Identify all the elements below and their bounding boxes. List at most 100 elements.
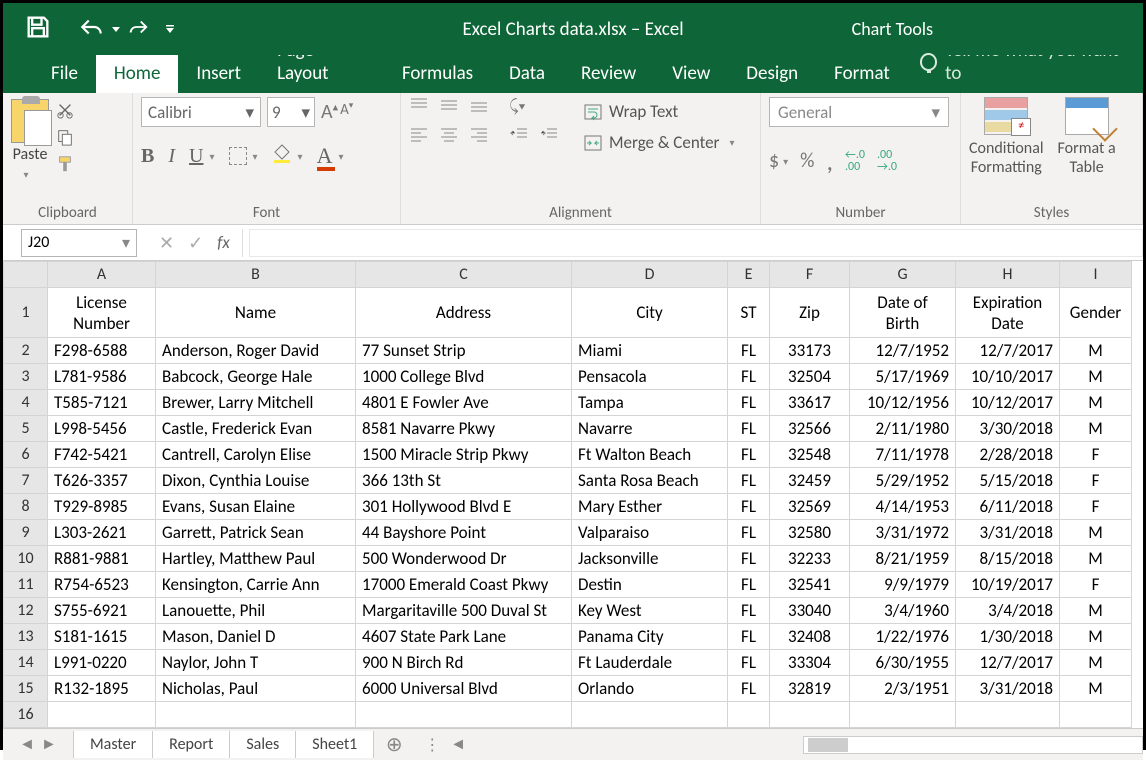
- cell[interactable]: FL: [728, 390, 770, 416]
- row-header[interactable]: 4: [4, 390, 48, 416]
- cell[interactable]: Tampa: [572, 390, 728, 416]
- sheet-tab-sheet1[interactable]: Sheet1: [296, 731, 374, 758]
- cell[interactable]: Panama City: [572, 624, 728, 650]
- cell[interactable]: [156, 702, 356, 728]
- cell[interactable]: FL: [728, 442, 770, 468]
- cell[interactable]: 6000 Universal Blvd: [356, 676, 572, 702]
- cell[interactable]: 3/31/2018: [956, 676, 1060, 702]
- row-header[interactable]: 3: [4, 364, 48, 390]
- sheet-nav-next-icon[interactable]: ►: [41, 735, 57, 754]
- cell[interactable]: City: [572, 288, 728, 338]
- decrease-font-icon[interactable]: A▾: [340, 100, 353, 124]
- cell[interactable]: F742-5421: [48, 442, 156, 468]
- column-header[interactable]: C: [356, 262, 572, 288]
- cell[interactable]: 33617: [770, 390, 850, 416]
- tab-review[interactable]: Review: [563, 54, 654, 93]
- cell[interactable]: Ft Lauderdale: [572, 650, 728, 676]
- enter-formula-icon[interactable]: ✓: [188, 232, 203, 254]
- cell[interactable]: 17000 Emerald Coast Pkwy: [356, 572, 572, 598]
- merge-center-button[interactable]: Merge & Center ▾: [583, 132, 735, 153]
- column-header[interactable]: G: [850, 262, 956, 288]
- cell[interactable]: M: [1060, 598, 1132, 624]
- chevron-down-icon[interactable]: ▾: [298, 150, 303, 163]
- cell[interactable]: FL: [728, 572, 770, 598]
- cell[interactable]: FL: [728, 494, 770, 520]
- cell[interactable]: R132-1895: [48, 676, 156, 702]
- row-header[interactable]: 9: [4, 520, 48, 546]
- cell[interactable]: 5/17/1969: [850, 364, 956, 390]
- cell[interactable]: M: [1060, 520, 1132, 546]
- column-header[interactable]: D: [572, 262, 728, 288]
- column-header[interactable]: F: [770, 262, 850, 288]
- cell[interactable]: Zip: [770, 288, 850, 338]
- tab-formulas[interactable]: Formulas: [384, 54, 491, 93]
- cell[interactable]: License Number: [48, 288, 156, 338]
- cell[interactable]: M: [1060, 364, 1132, 390]
- comma-button[interactable]: ,: [826, 145, 833, 177]
- cell[interactable]: M: [1060, 624, 1132, 650]
- cell[interactable]: Castle, Frederick Evan: [156, 416, 356, 442]
- cell[interactable]: Key West: [572, 598, 728, 624]
- chevron-down-icon[interactable]: ▾: [253, 150, 258, 163]
- cell[interactable]: [728, 702, 770, 728]
- column-header[interactable]: B: [156, 262, 356, 288]
- cell[interactable]: 4607 State Park Lane: [356, 624, 572, 650]
- cell[interactable]: 32504: [770, 364, 850, 390]
- cell[interactable]: M: [1060, 390, 1132, 416]
- font-size-select[interactable]: 9▾: [267, 97, 315, 127]
- decrease-decimal-icon[interactable]: .00→.0: [877, 149, 897, 173]
- cell[interactable]: 33173: [770, 338, 850, 364]
- cell[interactable]: Address: [356, 288, 572, 338]
- cell[interactable]: Hartley, Matthew Paul: [156, 546, 356, 572]
- row-header[interactable]: 10: [4, 546, 48, 572]
- cell[interactable]: FL: [728, 598, 770, 624]
- cell[interactable]: R754-6523: [48, 572, 156, 598]
- decrease-indent-icon[interactable]: [509, 126, 529, 147]
- cell[interactable]: 1500 Miracle Strip Pkwy: [356, 442, 572, 468]
- cell[interactable]: 5/29/1952: [850, 468, 956, 494]
- cell[interactable]: [1060, 702, 1132, 728]
- cell[interactable]: 9/9/1979: [850, 572, 956, 598]
- number-format-select[interactable]: General▾: [769, 97, 949, 127]
- cell[interactable]: F: [1060, 442, 1132, 468]
- italic-button[interactable]: I: [168, 145, 175, 168]
- bold-button[interactable]: B: [141, 145, 154, 168]
- cell[interactable]: 3/30/2018: [956, 416, 1060, 442]
- cell[interactable]: FL: [728, 468, 770, 494]
- cell[interactable]: T929-8985: [48, 494, 156, 520]
- cell[interactable]: M: [1060, 416, 1132, 442]
- cell[interactable]: Babcock, George Hale: [156, 364, 356, 390]
- cancel-formula-icon[interactable]: ✕: [159, 232, 174, 254]
- cell[interactable]: M: [1060, 676, 1132, 702]
- cell[interactable]: Date of Birth: [850, 288, 956, 338]
- paste-button[interactable]: Paste ▾: [11, 97, 49, 183]
- row-header[interactable]: 5: [4, 416, 48, 442]
- cell[interactable]: 1/30/2018: [956, 624, 1060, 650]
- cell[interactable]: 500 Wonderwood Dr: [356, 546, 572, 572]
- formula-input[interactable]: [249, 229, 1143, 257]
- cell[interactable]: 7/11/1978: [850, 442, 956, 468]
- cell[interactable]: 12/7/2017: [956, 338, 1060, 364]
- cell[interactable]: 4801 E Fowler Ave: [356, 390, 572, 416]
- cell[interactable]: 32541: [770, 572, 850, 598]
- cell[interactable]: 8/21/1959: [850, 546, 956, 572]
- increase-decimal-icon[interactable]: ←.0.00: [845, 149, 865, 173]
- cell[interactable]: T626-3357: [48, 468, 156, 494]
- conditional-formatting-button[interactable]: Conditional Formatting: [969, 97, 1044, 177]
- format-painter-icon[interactable]: [55, 155, 75, 178]
- sheet-tab-master[interactable]: Master: [73, 731, 153, 758]
- cell[interactable]: 2/28/2018: [956, 442, 1060, 468]
- sheet-tab-report[interactable]: Report: [153, 731, 230, 758]
- cell[interactable]: 6/30/1955: [850, 650, 956, 676]
- format-as-table-button[interactable]: Format a Table: [1058, 97, 1116, 177]
- cell[interactable]: 33040: [770, 598, 850, 624]
- cell[interactable]: F: [1060, 468, 1132, 494]
- tab-home[interactable]: Home: [96, 54, 179, 93]
- cell[interactable]: FL: [728, 338, 770, 364]
- cell[interactable]: Naylor, John T: [156, 650, 356, 676]
- horizontal-scrollbar[interactable]: [803, 736, 1143, 754]
- undo-dropdown-icon[interactable]: [111, 20, 121, 39]
- font-color-button[interactable]: A: [317, 143, 333, 169]
- row-header[interactable]: 11: [4, 572, 48, 598]
- cell[interactable]: Name: [156, 288, 356, 338]
